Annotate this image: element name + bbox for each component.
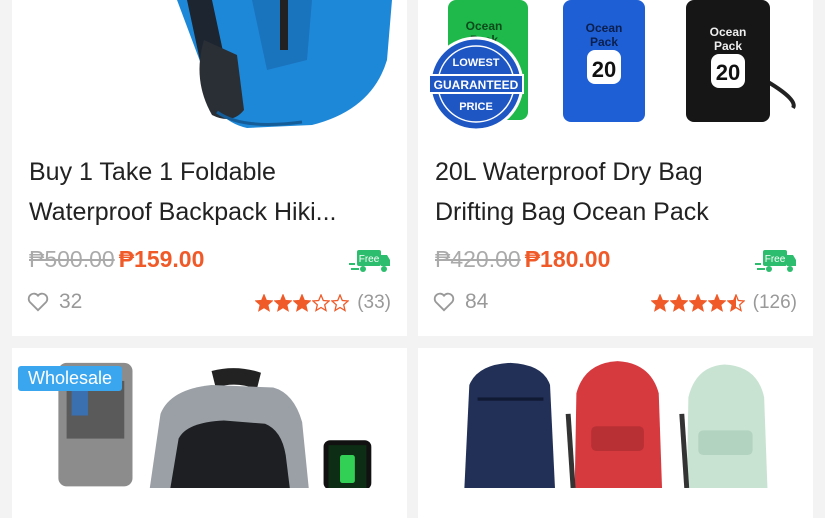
seal-text: LOWEST [452,57,499,69]
bag-brand-text: Ocean [710,25,747,39]
bag-brand-text: Ocean [586,21,623,35]
product-title[interactable]: 20L Waterproof Dry Bag Drifting Bag Ocea… [435,152,800,232]
price-row: ₱500.00 ₱159.00 [29,246,204,273]
rating: (33) [254,292,391,314]
product-card[interactable]: Wholesale [12,348,407,518]
bag-size-text: 20 [716,60,740,85]
product-title-line: Drifting Bag Ocean Pack [435,198,709,226]
sale-price: ₱159.00 [118,246,205,272]
like-count: 84 [465,290,489,313]
bag-brand-text: Pack [590,35,618,49]
sale-price: ₱180.00 [524,246,611,272]
price-row: ₱420.00 ₱180.00 [435,246,610,273]
product-title[interactable]: Buy 1 Take 1 Foldable Waterproof Backpac… [29,152,394,232]
product-image[interactable]: Ocean Pack Ocean Pack 20 Ocean Pack 20 G… [418,0,813,140]
seal-text: GUARANTEED [434,78,519,92]
star-icon [726,294,745,312]
heart-icon [27,292,49,312]
free-shipping-icon: Free [755,250,796,272]
heart-icon [433,292,455,312]
product-image[interactable] [418,348,813,488]
product-title-line: Waterproof Backpack Hiki... [29,198,337,226]
star-icon [312,294,331,312]
review-count: (126) [752,292,797,313]
original-price: ₱420.00 [435,246,521,272]
like-button[interactable]: 84 [433,290,488,314]
star-icon [255,294,274,312]
product-card[interactable]: Buy 1 Take 1 Foldable Waterproof Backpac… [12,0,407,336]
lowest-price-seal: GUARANTEED LOWEST PRICE [428,36,524,132]
product-card[interactable]: Ocean Pack Ocean Pack 20 Ocean Pack 20 G… [418,0,813,336]
free-shipping-icon: Free [349,250,390,272]
product-title-line: 20L Waterproof Dry Bag [435,158,703,186]
star-icon [707,294,726,312]
wholesale-badge: Wholesale [18,366,123,391]
star-icon [331,294,350,312]
product-title-line: Buy 1 Take 1 Foldable [29,158,276,186]
star-rating [254,294,350,312]
bag-size-text: 20 [592,57,616,82]
product-image[interactable] [12,0,407,140]
star-icon [688,294,707,312]
star-icon [650,294,669,312]
bag-brand-text: Pack [714,39,742,53]
free-shipping-label: Free [765,254,786,265]
review-count: (33) [357,292,391,313]
free-shipping-label: Free [359,254,380,265]
star-rating [650,294,745,312]
bag-brand-text: Ocean [466,19,503,33]
original-price: ₱500.00 [29,246,115,272]
star-icon [274,294,293,312]
product-card[interactable] [418,348,813,518]
seal-text: PRICE [459,101,493,113]
like-button[interactable]: 32 [27,290,82,314]
star-icon [669,294,688,312]
rating: (126) [650,292,797,314]
like-count: 32 [59,290,83,313]
star-icon [293,294,312,312]
